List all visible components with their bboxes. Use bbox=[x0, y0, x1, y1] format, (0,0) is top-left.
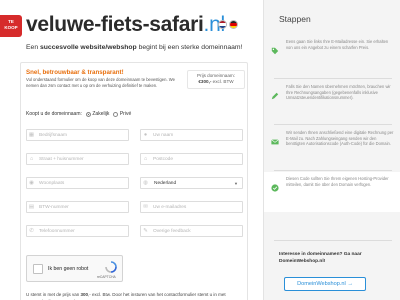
language-flags bbox=[218, 20, 238, 29]
city-field[interactable]: ◉ Woonplaats bbox=[26, 177, 129, 189]
phone-placeholder: Telefoonnummer bbox=[39, 228, 75, 234]
pencil-icon: ✎ bbox=[143, 228, 148, 234]
feedback-placeholder: Overige feedback bbox=[153, 228, 191, 234]
domain-title: veluwe-fiets-safari.nl bbox=[26, 13, 225, 37]
email-placeholder: Uw e-mailadres bbox=[153, 204, 187, 210]
recaptcha-widget: Ik ben geen robot reCAPTCHA bbox=[26, 255, 123, 282]
flag-nl-icon[interactable] bbox=[218, 20, 227, 29]
recaptcha-label: Ik ben geen robot bbox=[48, 266, 89, 272]
price-amount: €300,- bbox=[198, 79, 212, 84]
pencil-icon bbox=[264, 80, 286, 120]
name-field[interactable]: ● Uw naam bbox=[140, 129, 243, 141]
flag-de-icon[interactable] bbox=[229, 20, 238, 29]
chevron-down-icon: ▼ bbox=[234, 180, 238, 186]
step-divider bbox=[274, 240, 392, 241]
recaptcha-checkbox[interactable] bbox=[33, 264, 43, 274]
step-1-text: Eens gaan Sie links Ihre E-Mailadresse e… bbox=[286, 39, 389, 50]
buyer-type-label: Koopt u de domeinnaam: bbox=[26, 111, 82, 117]
price-box: Prijs domeinnaam: €300,- excl. BTW bbox=[187, 70, 245, 89]
terms-pre: U stemt in met de prijs van bbox=[26, 292, 81, 297]
step-2: Falls Sie den Namen übernehmen möchten, … bbox=[264, 80, 400, 120]
page: TE KOOP veluwe-fiets-safari.nl Een succe… bbox=[0, 0, 400, 300]
street-field[interactable]: ⌂ Straat + huisnummer bbox=[26, 153, 129, 165]
radio-business[interactable]: Zakelijk bbox=[85, 111, 110, 117]
tag-icon bbox=[264, 35, 286, 75]
mail-icon: ✉ bbox=[143, 204, 148, 210]
step-divider bbox=[274, 78, 392, 79]
step-3-text: Wir senden Ihnen anschließend eine digit… bbox=[286, 130, 394, 147]
domain-name: veluwe-fiets-safari bbox=[26, 13, 204, 36]
tagline-post: begint bij een sterke domeinnaam! bbox=[136, 44, 243, 51]
recaptcha-logo-icon bbox=[105, 261, 117, 273]
step-2-text: Falls Sie den Namen übernehmen möchten, … bbox=[286, 84, 391, 101]
check-circle-icon bbox=[264, 172, 286, 212]
feedback-field[interactable]: ✎ Overige feedback bbox=[140, 225, 243, 237]
recaptcha-brand: reCAPTCHA bbox=[97, 275, 116, 279]
steps-title: Stappen bbox=[279, 14, 311, 24]
buyer-type: Koopt u de domeinnaam: Zakelijk Privé bbox=[26, 111, 131, 117]
globe-icon: ◍ bbox=[143, 180, 148, 186]
terms-price: 300 bbox=[80, 292, 89, 297]
badge-line1: TE bbox=[8, 19, 14, 24]
step-divider bbox=[274, 124, 392, 125]
location-icon: ◉ bbox=[29, 180, 34, 186]
postcode-placeholder: Postcode bbox=[153, 156, 174, 162]
purchase-form-card: Snel, betrouwbaar & transparant! Vul ond… bbox=[20, 62, 248, 300]
home-icon: ⌂ bbox=[29, 156, 34, 162]
vat-field[interactable]: ▤ BTW-nummer bbox=[26, 201, 129, 213]
radio-business-label: Zakelijk bbox=[92, 111, 110, 117]
terms-note: U stemt in met de prijs van 300,- excl. … bbox=[26, 292, 236, 300]
tagline: Een succesvolle website/webshop begint b… bbox=[26, 44, 242, 51]
step-4: Diesen Code sollten Sie Ihrem eigenen Ho… bbox=[264, 172, 400, 212]
postcode-field[interactable]: ⌂ Postcode bbox=[140, 153, 243, 165]
document-icon: ▤ bbox=[28, 204, 35, 210]
city-placeholder: Woonplaats bbox=[39, 180, 65, 186]
phone-field[interactable]: ✆ Telefoonnummer bbox=[26, 225, 129, 237]
step-4-text: Diesen Code sollten Sie Ihrem eigenen Ho… bbox=[286, 176, 389, 187]
step-divider bbox=[274, 170, 392, 171]
intro-text: Vul onderstaand formulier om de koop van… bbox=[26, 77, 175, 88]
for-sale-badge: TE KOOP bbox=[0, 15, 22, 37]
radio-private-label: Privé bbox=[119, 111, 132, 117]
company-placeholder: Bedrijfsnaam bbox=[39, 132, 67, 138]
radio-private[interactable]: Privé bbox=[113, 111, 131, 117]
company-field[interactable]: ▦ Bedrijfsnaam bbox=[26, 129, 129, 141]
interest-question: Interesse in domeinnamen? Ga naar bbox=[279, 252, 362, 257]
intro-title: Snel, betrouwbaar & transparant! bbox=[26, 69, 124, 76]
tagline-pre: Een bbox=[26, 44, 40, 51]
country-value: Nederland bbox=[154, 180, 177, 186]
user-icon: ● bbox=[143, 132, 148, 138]
badge-line2: KOOP bbox=[4, 25, 18, 30]
tagline-bold: succesvolle website/webshop bbox=[39, 44, 137, 51]
mail-icon bbox=[264, 126, 286, 166]
phone-icon: ✆ bbox=[29, 228, 34, 234]
radio-business-dot[interactable] bbox=[85, 111, 91, 117]
steps-sidebar: Stappen Eens gaan Sie links Ihre E-Maila… bbox=[263, 0, 400, 300]
domeinwebshop-button[interactable]: DomeinWebshop.nl → bbox=[284, 277, 366, 291]
home-icon: ⌂ bbox=[143, 156, 148, 162]
price-suffix: excl. BTW bbox=[211, 79, 234, 84]
vat-placeholder: BTW-nummer bbox=[39, 204, 69, 210]
interest-text: Interesse in domeinnamen? Ga naar Domein… bbox=[279, 251, 362, 265]
country-select[interactable]: ◍ Nederland ▼ bbox=[140, 177, 243, 189]
step-3: Wir senden Ihnen anschließend eine digit… bbox=[264, 126, 400, 166]
step-1: Eens gaan Sie links Ihre E-Mailadresse e… bbox=[264, 35, 400, 75]
street-placeholder: Straat + huisnummer bbox=[39, 156, 84, 162]
radio-private-dot[interactable] bbox=[113, 111, 119, 117]
email-field[interactable]: ✉ Uw e-mailadres bbox=[140, 201, 243, 213]
name-placeholder: Uw naam bbox=[153, 132, 174, 138]
interest-site: DomeinWebshop.nl! bbox=[279, 259, 326, 264]
building-icon: ▦ bbox=[28, 132, 35, 138]
